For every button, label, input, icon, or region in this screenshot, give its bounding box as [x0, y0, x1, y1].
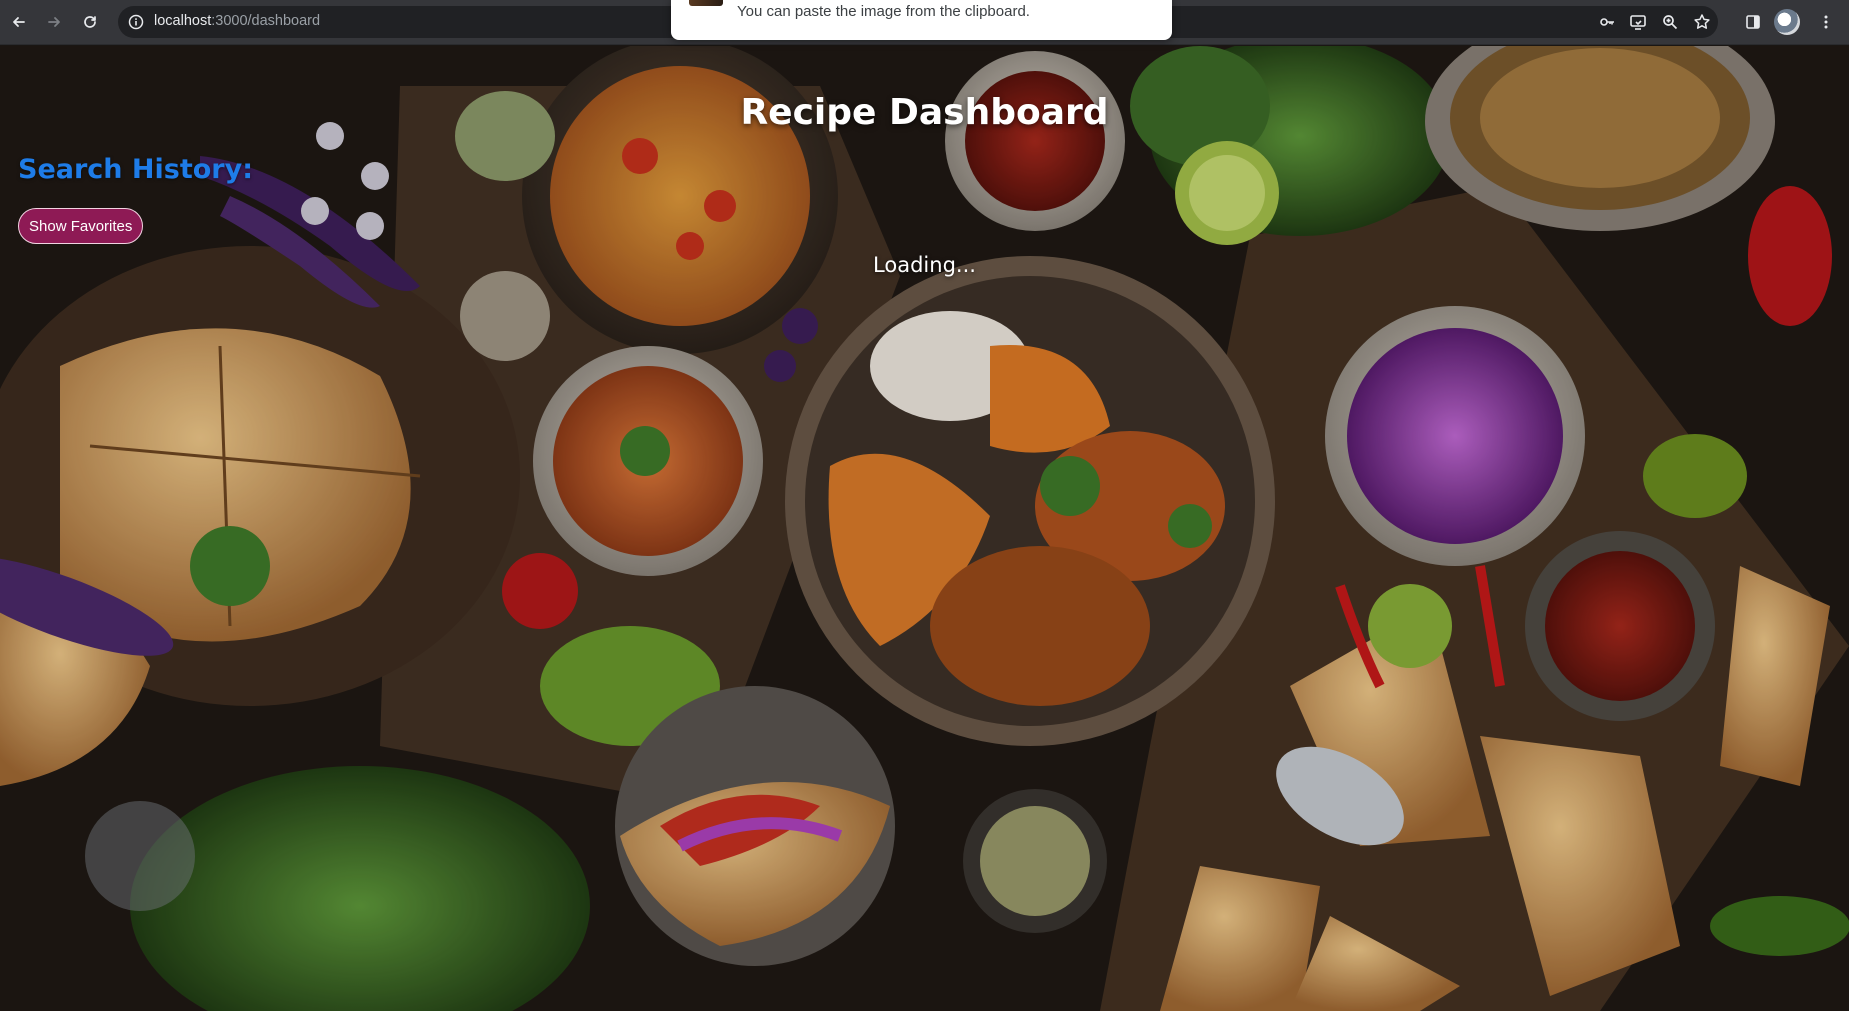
- cast-icon: [1630, 15, 1646, 30]
- info-icon[interactable]: [128, 14, 144, 30]
- zoom-icon: [1663, 15, 1678, 30]
- back-button[interactable]: [6, 9, 32, 35]
- toast-message: You can paste the image from the clipboa…: [737, 3, 1030, 20]
- password-button[interactable]: [1595, 10, 1619, 34]
- zoom-button[interactable]: [1658, 10, 1682, 34]
- page-viewport: Recipe Dashboard Search History: Show Fa…: [0, 46, 1849, 1011]
- bookmark-button[interactable]: [1690, 10, 1714, 34]
- clipboard-toast: You can paste the image from the clipboa…: [671, 0, 1172, 40]
- clipboard-image-thumbnail: [689, 0, 723, 6]
- side-panel-icon: [1746, 15, 1760, 29]
- show-favorites-button[interactable]: Show Favorites: [18, 208, 144, 244]
- page-title: Recipe Dashboard: [740, 92, 1109, 133]
- url-path: :3000/dashboard: [211, 13, 321, 29]
- profile-avatar[interactable]: [1774, 9, 1800, 35]
- forward-button[interactable]: [41, 9, 67, 35]
- search-history-heading: Search History:: [18, 154, 254, 185]
- cast-button[interactable]: [1626, 10, 1650, 34]
- arrow-left-icon: [13, 17, 25, 27]
- key-icon: [1600, 18, 1614, 26]
- food-background-image: [0, 46, 1849, 1011]
- reload-button[interactable]: [77, 9, 103, 35]
- loading-indicator: Loading...: [873, 253, 976, 277]
- side-panel-button[interactable]: [1741, 10, 1765, 34]
- star-icon: [1694, 14, 1710, 29]
- reload-icon: [84, 16, 96, 28]
- url-text: localhost:3000/dashboard: [154, 13, 320, 29]
- arrow-right-icon: [48, 17, 60, 27]
- kebab-menu-icon: [1824, 15, 1828, 29]
- url-host: localhost: [154, 13, 212, 29]
- browser-menu-button[interactable]: [1814, 10, 1838, 34]
